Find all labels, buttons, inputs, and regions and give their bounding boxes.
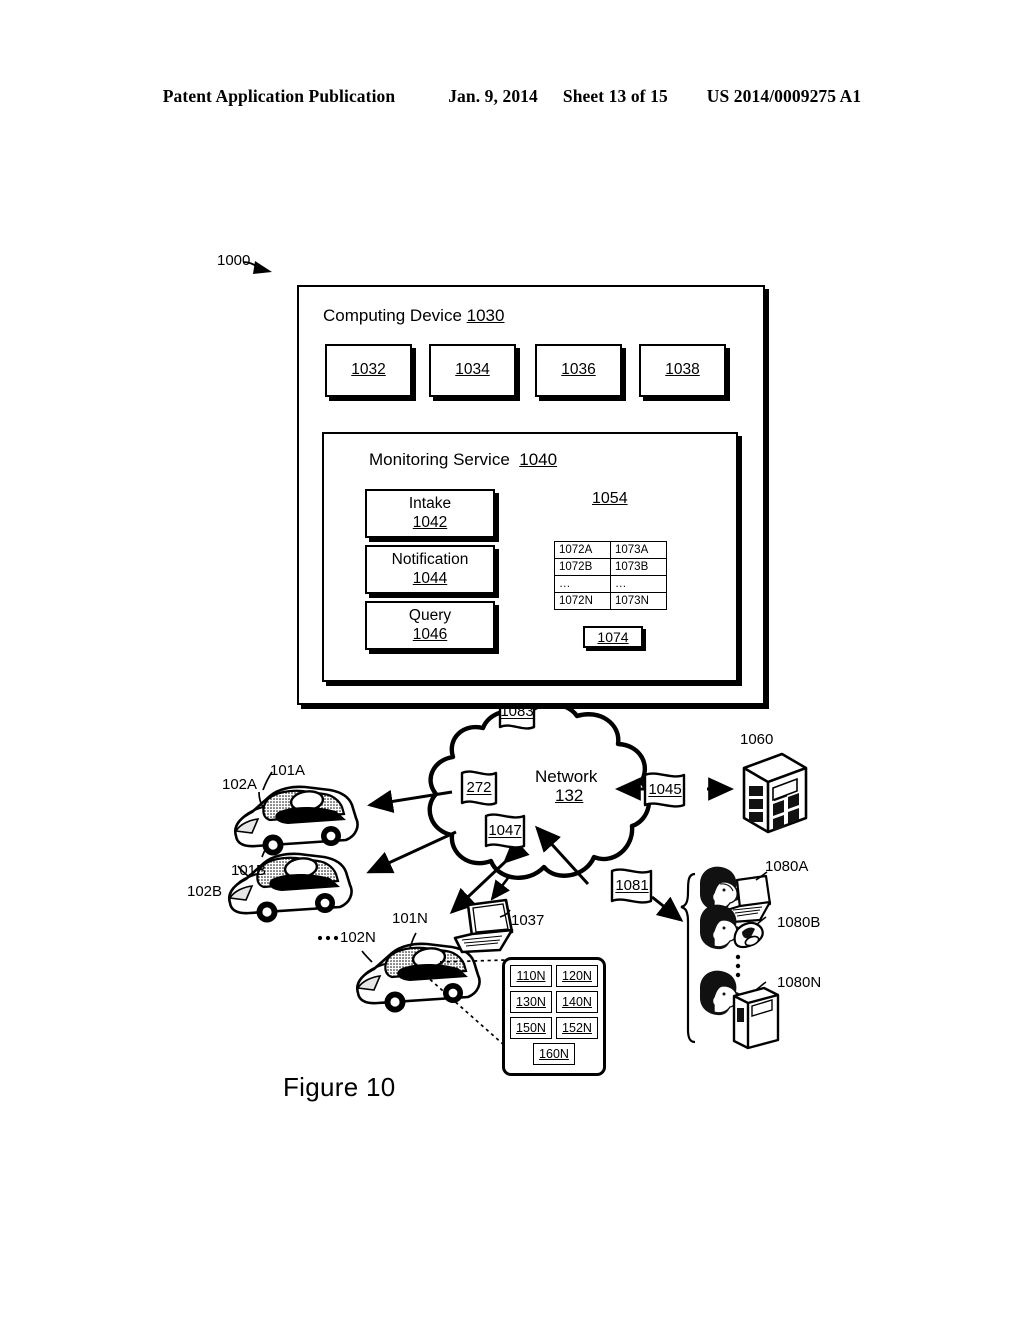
module-label-query: Query: [408, 607, 452, 625]
component-box-1038[interactable]: 1038: [639, 344, 726, 397]
component-ref-1032: 1032: [351, 361, 386, 379]
component-ref-1038: 1038: [665, 361, 700, 379]
device-cell-130N[interactable]: 130N: [510, 991, 552, 1013]
unit-ref-101N: 101N: [392, 910, 428, 927]
component-box-1034[interactable]: 1034: [429, 344, 516, 397]
device-cell-110N[interactable]: 110N: [510, 965, 552, 987]
device-cell-120N[interactable]: 120N: [556, 965, 598, 987]
device-cell-150N[interactable]: 150N: [510, 1017, 552, 1039]
cell-ellipsis-right: …: [610, 575, 667, 593]
flag-label-1047: 1047: [488, 822, 522, 839]
figure-caption: Figure 10: [283, 1072, 396, 1102]
cell-1073A: 1073A: [610, 541, 667, 559]
unit-ref-101A: 101A: [270, 762, 306, 779]
users-ellipsis-dots: [735, 954, 741, 978]
arrow-1081-to-users: [651, 895, 684, 922]
component-box-1036[interactable]: 1036: [535, 344, 622, 397]
module-box-notification[interactable]: Notification 1044: [365, 545, 495, 594]
flag-label-1083: 1083: [500, 703, 534, 720]
vehicles-ellipsis-dots: [317, 935, 339, 941]
table-row: … …: [554, 575, 667, 593]
arrow-network-to-laptop: [490, 877, 510, 901]
vehicle-ref-102N: 102N: [340, 929, 376, 946]
module-label-intake: Intake: [408, 495, 452, 513]
datastore-table: 1072A 1073A 1072B 1073B … … 1072N 1073N: [554, 541, 667, 610]
computing-device-ref: 1030: [466, 306, 505, 325]
table-row: 1072N 1073N: [554, 592, 667, 610]
unit-ref-101B: 101B: [231, 862, 267, 879]
datastore-ref-1054: 1054: [592, 490, 628, 507]
monitoring-service-ref: 1040: [519, 450, 558, 469]
server-ref-1060: 1060: [740, 731, 774, 748]
component-ref-1036: 1036: [561, 361, 596, 379]
table-row: 1072A 1073A: [554, 541, 667, 559]
vehicle-102B: [227, 844, 353, 923]
module-ref-1046: 1046: [412, 625, 448, 643]
datastore-footer-ref: 1074: [597, 628, 629, 645]
laptop-ref-1037: 1037: [511, 912, 545, 929]
user-ref-1080B: 1080B: [777, 914, 821, 931]
monitoring-service-title: Monitoring Service 1040: [369, 450, 558, 469]
cell-1072A: 1072A: [554, 541, 611, 559]
datastore-footer-box-1074[interactable]: 1074: [583, 626, 643, 648]
arrow-network-to-vehicle-102B: [366, 830, 457, 874]
mobile-phone-icon-1080B: [733, 921, 764, 949]
device-cell-160N[interactable]: 160N: [533, 1043, 575, 1065]
device-cell-140N[interactable]: 140N: [556, 991, 598, 1013]
server-1060: [742, 752, 808, 834]
module-ref-1044: 1044: [412, 569, 448, 587]
device-cell-152N[interactable]: 152N: [556, 1017, 598, 1039]
users-bracket: [680, 872, 696, 1044]
vehicle-ref-102B: 102B: [187, 883, 223, 900]
user-ref-1080A: 1080A: [765, 858, 809, 875]
desktop-tower-icon-1080N: [732, 986, 780, 1050]
system-ref-1000: 1000: [217, 252, 251, 269]
component-box-1032[interactable]: 1032: [325, 344, 412, 397]
cell-ellipsis-left: …: [554, 575, 611, 593]
component-ref-1034: 1034: [455, 361, 490, 379]
module-box-query[interactable]: Query 1046: [365, 601, 495, 650]
laptop-1037: [453, 898, 514, 954]
module-box-intake[interactable]: Intake 1042: [365, 489, 495, 538]
cell-1072N: 1072N: [554, 592, 611, 610]
flag-label-272: 272: [466, 779, 492, 796]
module-label-notification: Notification: [391, 551, 469, 569]
network-ref: 132: [554, 786, 584, 806]
module-ref-1042: 1042: [412, 513, 448, 531]
cell-1073N: 1073N: [610, 592, 667, 610]
user-1080N: [700, 970, 780, 1050]
table-row: 1072B 1073B: [554, 558, 667, 576]
cell-1073B: 1073B: [610, 558, 667, 576]
vehicle-ref-102A: 102A: [222, 776, 258, 793]
patent-figure-10: Computing Device 1030 1032 1034 1036 103…: [0, 0, 1024, 1320]
flag-label-1045: 1045: [648, 781, 682, 798]
network-label: Network 132: [535, 767, 598, 806]
computing-device-title: Computing Device 1030: [323, 306, 505, 325]
user-ref-1080N: 1080N: [777, 974, 822, 991]
cell-1072B: 1072B: [554, 558, 611, 576]
flag-label-1081: 1081: [615, 877, 649, 894]
